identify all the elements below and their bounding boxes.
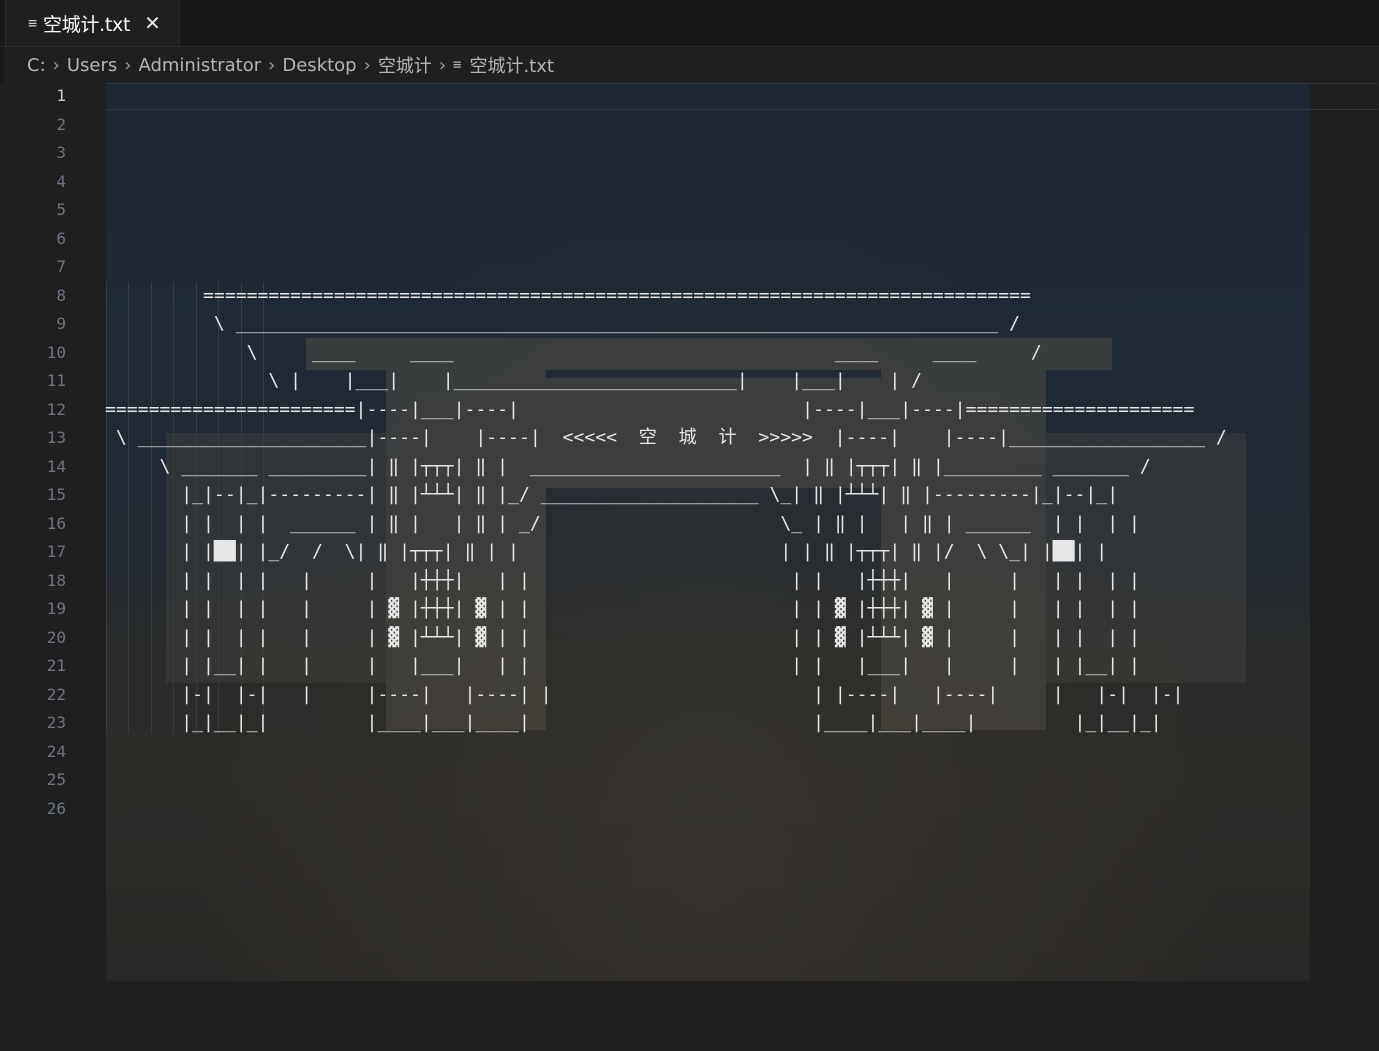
line-number: 7 bbox=[56, 257, 66, 276]
code-line: \ ____ ____ ____ ____ / bbox=[105, 341, 1042, 363]
line-number: 22 bbox=[46, 684, 66, 704]
line-number: 3 bbox=[56, 143, 66, 162]
code-line: \ _______ _________| ‖ |┬┬┬| ‖ | _______… bbox=[105, 455, 1151, 477]
line-number: 12 bbox=[46, 399, 66, 419]
breadcrumb-administrator[interactable]: Administrator bbox=[138, 55, 261, 76]
line-number: 11 bbox=[46, 371, 66, 390]
code-line: | |__| | | | |___| | | | | |___| | | | |… bbox=[105, 655, 1140, 676]
breadcrumb-drive[interactable]: C: bbox=[27, 55, 46, 76]
code-line: |-| |-| | |----| |----| | | |----| |----… bbox=[105, 683, 1184, 705]
breadcrumb-desktop[interactable]: Desktop bbox=[282, 55, 356, 76]
line-number: 25 bbox=[46, 770, 66, 789]
chevron-right-icon: › bbox=[363, 54, 371, 76]
line-number: 2 bbox=[56, 114, 66, 134]
line-number: 9 bbox=[56, 314, 66, 333]
code-line: |_|--|_|---------| ‖ |┴┴┴| ‖ |_/ _______… bbox=[105, 484, 1119, 505]
chevron-right-icon: › bbox=[438, 54, 447, 76]
line-number: 13 bbox=[46, 428, 66, 447]
line-number: 24 bbox=[46, 741, 66, 761]
tab-bar: ≡ 空城计.txt ✕ bbox=[0, 0, 1379, 47]
breadcrumb-folder[interactable]: 空城计 bbox=[378, 52, 432, 78]
code-line: \ ______________________________________… bbox=[105, 313, 1021, 334]
line-number: 20 bbox=[46, 627, 66, 647]
line-number: 5 bbox=[56, 200, 66, 219]
code-line: =======================|----|___|----| |… bbox=[105, 398, 1195, 420]
file-text-icon: ≡ bbox=[453, 57, 462, 73]
line-number: 6 bbox=[56, 228, 66, 248]
line-number: 4 bbox=[56, 171, 66, 191]
code-line: | | | | | | ▓ |┼┼┼| ▓ | | | | ▓ |┼┼┼| ▓ … bbox=[105, 598, 1140, 619]
line-number: 19 bbox=[46, 599, 66, 618]
line-number: 17 bbox=[46, 542, 66, 561]
tab-label: 空城计.txt bbox=[43, 13, 131, 36]
code-line: | | | | ______ | ‖ | | ‖ | _/ \_ | ‖ | |… bbox=[105, 512, 1140, 534]
text-editor[interactable]: 1 2 3 4 5 6 7 8 9 10 11 12 13 14 15 16 17 18 19 20 21 22 23 24 2… bbox=[0, 83, 1379, 1051]
line-number: 10 bbox=[46, 342, 66, 362]
code-line: |_|__|_| |____|___|____| |____|___|____|… bbox=[105, 712, 1162, 733]
file-text-icon: ≡ bbox=[28, 14, 38, 32]
breadcrumb-file[interactable]: 空城计.txt bbox=[469, 52, 554, 78]
tab-kongchengji[interactable]: ≡ 空城计.txt ✕ bbox=[5, 0, 180, 46]
line-number: 26 bbox=[46, 798, 66, 818]
chevron-right-icon: › bbox=[52, 54, 60, 76]
code-line: | | | | | | ▓ |┴┴┴| ▓ | | | | ▓ |┴┴┴| ▓ … bbox=[105, 626, 1140, 648]
line-number: 8 bbox=[56, 285, 66, 305]
code-line: \ | |___| |__________________________| |… bbox=[105, 370, 923, 391]
line-number: 21 bbox=[46, 656, 66, 675]
editor-window: ≡ 空城计.txt ✕ C: › Users › Administrator ›… bbox=[0, 0, 1379, 1051]
line-number: 16 bbox=[46, 513, 66, 533]
code-area[interactable]: ========================================… bbox=[105, 82, 1227, 823]
chevron-right-icon: › bbox=[268, 54, 276, 76]
code-line: | |██| |_/ / \| ‖ |┬┬┬| ‖ | | | | ‖ |┬┬┬… bbox=[105, 541, 1108, 562]
line-number: 15 bbox=[46, 485, 66, 504]
line-number: 23 bbox=[46, 713, 66, 732]
code-line: | | | | | | |┼┼┼| | | | | |┼┼┼| | | | | … bbox=[105, 569, 1140, 591]
close-icon[interactable]: ✕ bbox=[144, 13, 161, 33]
code-line: ========================================… bbox=[105, 284, 1031, 306]
breadcrumb: C: › Users › Administrator › Desktop › 空… bbox=[0, 47, 1379, 83]
line-number: 14 bbox=[46, 456, 66, 476]
breadcrumb-users[interactable]: Users bbox=[67, 55, 117, 76]
code-line: \ _____________________|----| |----| <<<… bbox=[105, 427, 1227, 448]
chevron-right-icon: › bbox=[124, 54, 132, 76]
line-number: 18 bbox=[46, 570, 66, 590]
line-number: 1 bbox=[56, 86, 66, 105]
